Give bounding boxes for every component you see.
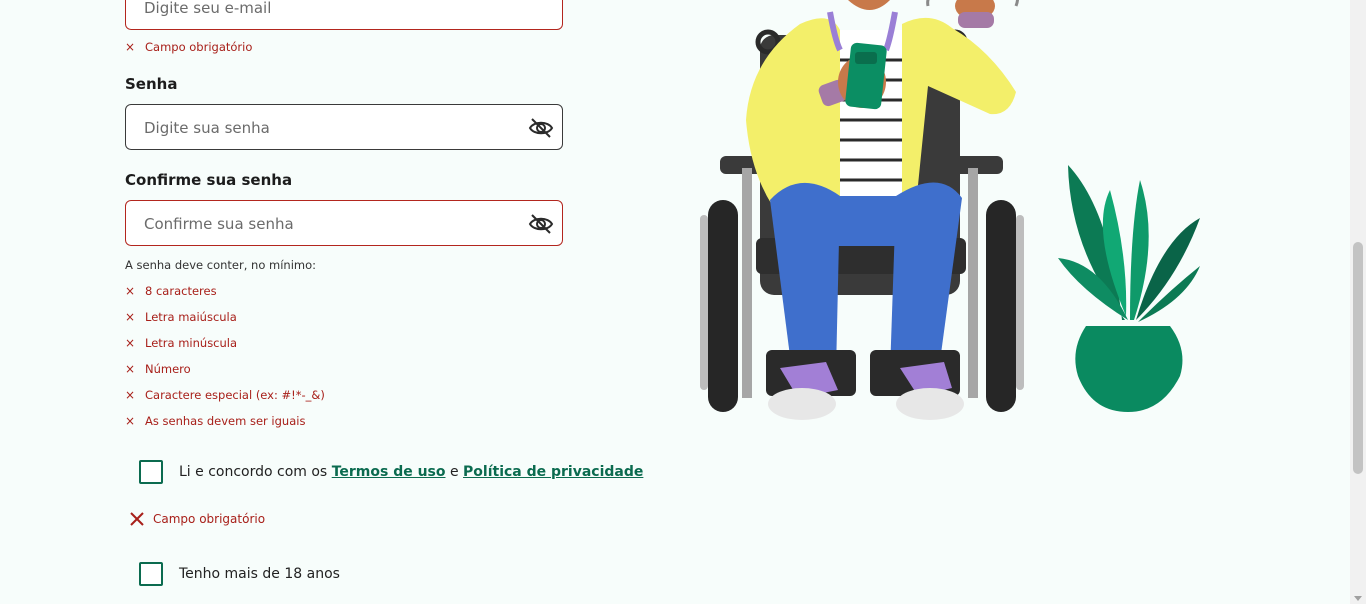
requirement-text: Letra maiúscula: [145, 310, 237, 324]
eye-off-icon[interactable]: [528, 116, 554, 140]
email-field[interactable]: [125, 0, 563, 31]
terms-and: e: [449, 464, 459, 480]
requirement-text: Caractere especial (ex: #!*-_&): [145, 388, 325, 402]
error-x-icon: ×: [125, 336, 136, 350]
requirement-item: × Caractere especial (ex: #!*-_&): [125, 388, 325, 402]
email-error: × Campo obrigatório: [125, 40, 252, 54]
close-icon: [130, 512, 144, 526]
age-label: Tenho mais de 18 anos: [179, 566, 340, 582]
requirement-text: Número: [145, 362, 191, 376]
password-field[interactable]: [125, 104, 563, 151]
password-input[interactable]: [142, 105, 526, 151]
terms-error-text: Campo obrigatório: [153, 512, 266, 526]
age-checkbox[interactable]: [139, 562, 163, 586]
password-hint: A senha deve conter, no mínimo:: [125, 258, 317, 272]
password-label: Senha: [125, 75, 178, 93]
email-input[interactable]: [142, 0, 526, 31]
error-x-icon: ×: [125, 362, 136, 376]
error-x-icon: ×: [125, 414, 136, 428]
terms-label: Li e concordo com os Termos de uso e Pol…: [179, 464, 643, 480]
wheelchair-illustration: [700, 0, 1200, 420]
requirement-text: As senhas devem ser iguais: [145, 414, 306, 428]
scrollbar[interactable]: [1350, 0, 1366, 604]
error-x-icon: ×: [125, 310, 136, 324]
requirement-item: × 8 caracteres: [125, 284, 217, 298]
confirm-label: Confirme sua senha: [125, 171, 293, 189]
terms-error: Campo obrigatório: [129, 511, 265, 527]
requirement-item: × Letra minúscula: [125, 336, 237, 350]
terms-checkbox[interactable]: [139, 460, 163, 484]
confirm-password-field[interactable]: [125, 200, 563, 247]
requirement-item: × Número: [125, 362, 191, 376]
requirement-text: 8 caracteres: [145, 284, 217, 298]
requirement-item: × As senhas devem ser iguais: [125, 414, 305, 428]
terms-prefix: Li e concordo com os: [179, 464, 328, 480]
privacy-policy-link[interactable]: Política de privacidade: [463, 464, 643, 480]
email-error-text: Campo obrigatório: [145, 40, 253, 54]
terms-of-use-link[interactable]: Termos de uso: [332, 464, 446, 480]
scroll-down-arrow-icon[interactable]: [1354, 596, 1362, 601]
requirement-item: × Letra maiúscula: [125, 310, 237, 324]
eye-off-icon[interactable]: [528, 212, 554, 236]
requirement-text: Letra minúscula: [145, 336, 238, 350]
error-x-icon: ×: [125, 284, 136, 298]
error-x-icon: ×: [125, 40, 136, 54]
error-x-icon: ×: [125, 388, 136, 402]
confirm-password-input[interactable]: [142, 201, 526, 247]
scrollbar-thumb[interactable]: [1353, 242, 1363, 474]
